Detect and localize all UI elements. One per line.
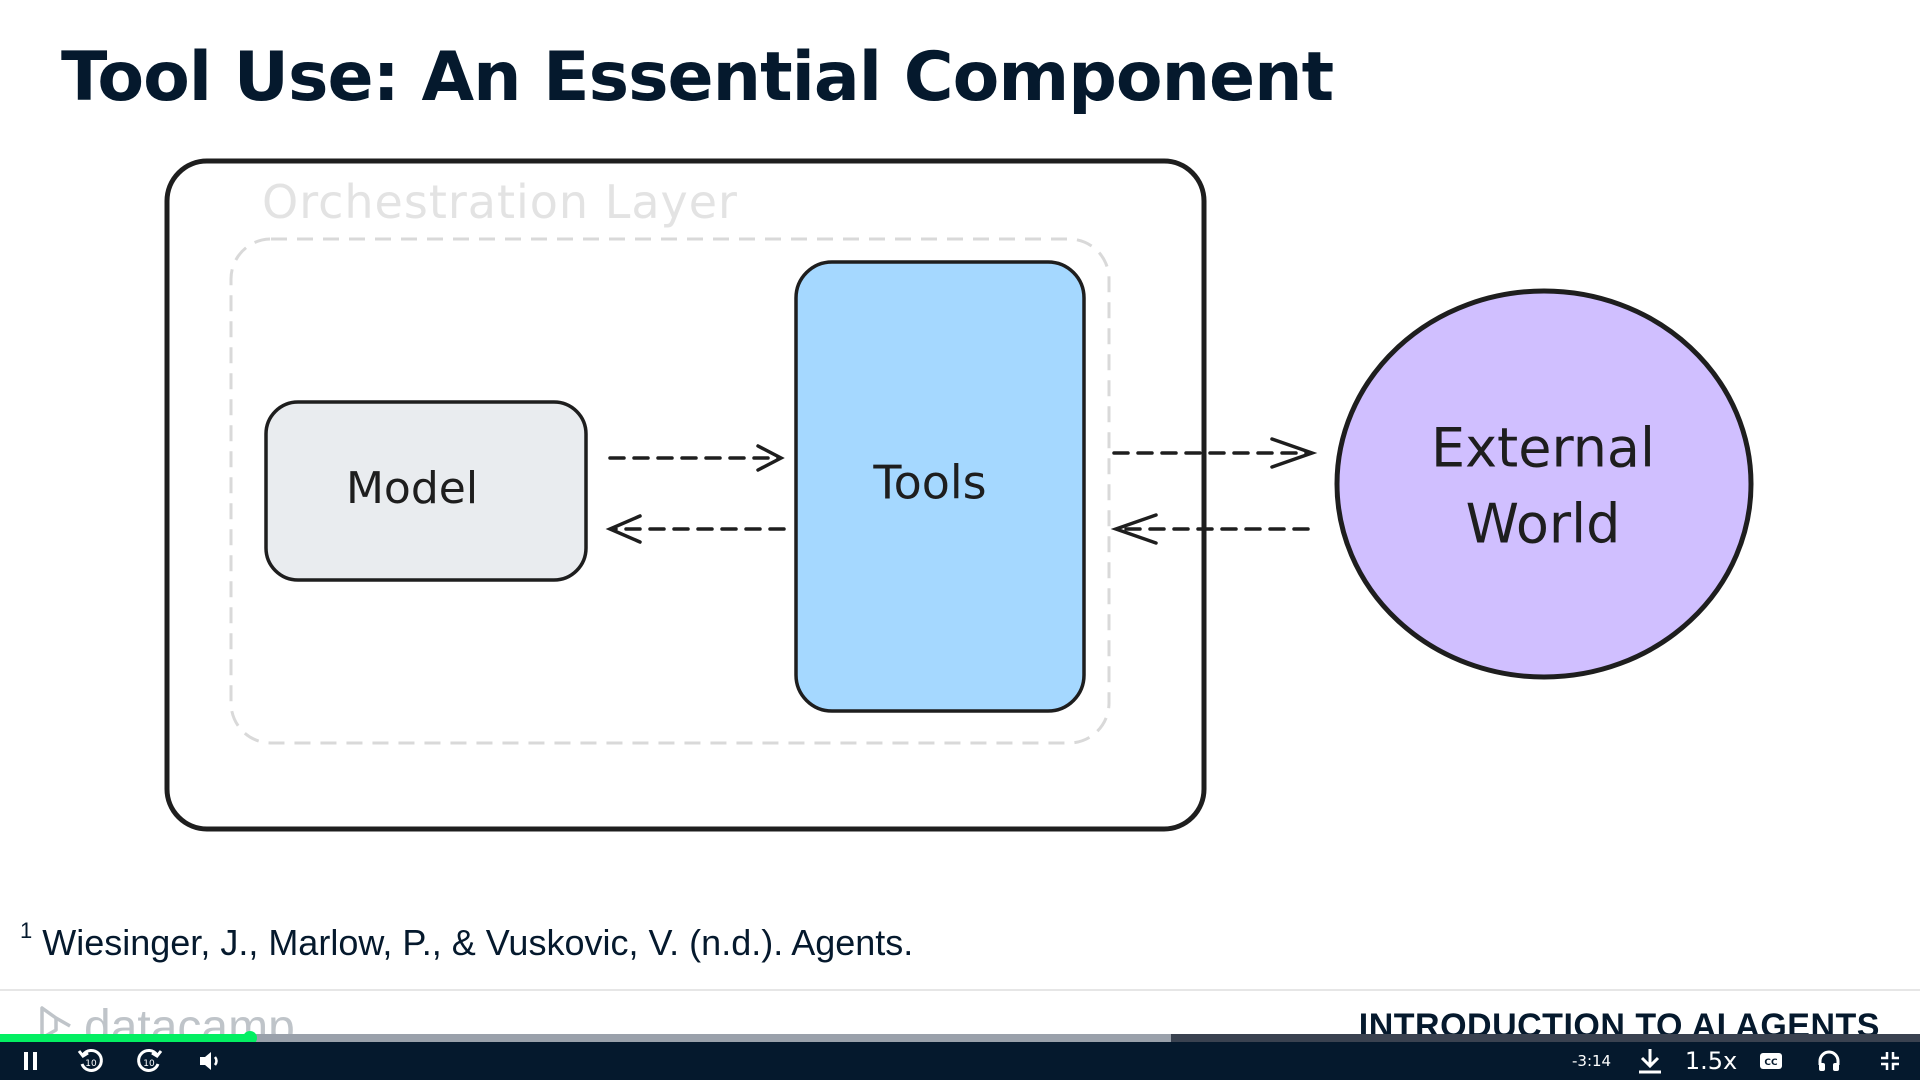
course-title: INTRODUCTION TO AI AGENTS	[1358, 1008, 1880, 1036]
exit-fullscreen-button[interactable]	[1874, 1044, 1906, 1078]
captions-button[interactable]: CC	[1756, 1044, 1786, 1078]
forward-10-icon: 10	[137, 1048, 163, 1072]
rewind-10-button[interactable]: 10	[74, 1044, 108, 1078]
progress-played	[0, 1034, 250, 1042]
svg-text:10: 10	[143, 1059, 155, 1069]
footnote: 1 Wiesinger, J., Marlow, P., & Vuskovic, …	[20, 918, 914, 964]
time-remaining: -3:14	[1572, 1052, 1612, 1070]
tools-label: Tools	[872, 456, 986, 510]
model-to-tools-arrow	[608, 444, 785, 472]
exit-fullscreen-icon	[1881, 1052, 1899, 1070]
footnote-marker: 1	[20, 918, 33, 943]
video-progress-bar[interactable]	[0, 1031, 1920, 1045]
tool-use-diagram: Orchestration Layer Model Tools External…	[164, 158, 1754, 832]
tools-to-world-arrow	[1112, 437, 1318, 469]
slide-divider	[0, 989, 1920, 991]
forward-10-button[interactable]: 10	[132, 1044, 166, 1078]
volume-button[interactable]	[196, 1044, 226, 1078]
captions-icon: CC	[1760, 1053, 1782, 1069]
playback-speed-button[interactable]: 1.5x	[1685, 1044, 1737, 1078]
external-world-circle	[1334, 288, 1754, 680]
model-label: Model	[346, 463, 478, 514]
svg-text:CC: CC	[1764, 1058, 1778, 1068]
tools-to-model-arrow	[605, 514, 786, 544]
pause-button[interactable]	[16, 1044, 46, 1078]
external-world-label-line2: World	[1466, 493, 1621, 556]
audio-only-button[interactable]	[1814, 1044, 1844, 1078]
headphones-icon	[1818, 1050, 1840, 1071]
svg-text:10: 10	[85, 1059, 97, 1069]
external-world-label-line1: External	[1431, 417, 1655, 480]
orchestration-layer-label: Orchestration Layer	[262, 175, 738, 229]
world-to-tools-arrow	[1110, 513, 1310, 545]
pause-icon	[24, 1052, 37, 1070]
rewind-10-icon: 10	[77, 1048, 103, 1072]
download-icon	[1639, 1049, 1661, 1074]
volume-icon	[200, 1052, 218, 1070]
video-player-controls: 10 10 -3:14 1.5x CC	[0, 1042, 1920, 1080]
footnote-text: Wiesinger, J., Marlow, P., & Vuskovic, V…	[42, 922, 914, 963]
download-button[interactable]	[1634, 1044, 1666, 1078]
